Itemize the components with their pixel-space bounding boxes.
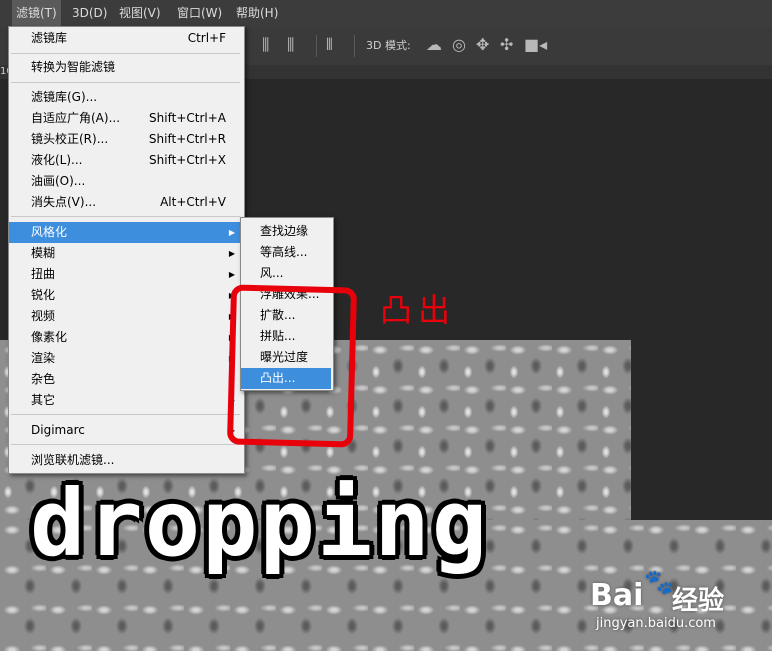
menu-bar: 滤镜(T) 3D(D) 视图(V) 窗口(W) 帮助(H) (0, 0, 772, 27)
watermark-brand: Bai (590, 578, 644, 613)
menu-item-blur[interactable]: 模糊 ▶ (9, 243, 242, 264)
submenu-item-wind[interactable]: 风... (241, 263, 331, 284)
scale-3d-icon[interactable]: ■◂ (524, 35, 547, 55)
menu-item-pixelate[interactable]: 像素化 ▶ (9, 327, 242, 348)
menu-3d[interactable]: 3D(D) (72, 0, 107, 27)
mode-3d-label: 3D 模式: (366, 39, 411, 52)
distribute-icon[interactable]: ⫼ (287, 35, 294, 55)
watermark-url: jingyan.baidu.com (596, 616, 716, 631)
menu-item-filter-gallery[interactable]: 滤镜库(G)... (9, 87, 242, 108)
menu-separator (11, 414, 240, 415)
menu-item-browse-online[interactable]: 浏览联机滤镜... (9, 450, 242, 471)
menu-item-video[interactable]: 视频 ▶ (9, 306, 242, 327)
menu-item-other[interactable]: 其它 ▶ (9, 390, 242, 411)
menu-item-stylize[interactable]: 风格化 ▶ (9, 222, 242, 243)
menu-item-adaptive-wide-angle[interactable]: 自适应广角(A)... Shift+Ctrl+A (9, 108, 242, 129)
menu-item-digimarc[interactable]: Digimarc ▶ (9, 420, 242, 441)
annotation-label: 凸出 (380, 291, 457, 329)
menu-item-last-filter[interactable]: 滤镜库 Ctrl+F (9, 28, 242, 49)
align-icon[interactable]: ⫼ (262, 35, 269, 55)
submenu-arrow-icon: ▶ (228, 270, 235, 279)
slide-3d-icon[interactable]: ✣ (500, 35, 513, 55)
submenu-item-trace-contour[interactable]: 等高线... (241, 242, 331, 263)
submenu-arrow-icon: ▶ (228, 228, 235, 237)
menu-separator (11, 53, 240, 54)
menu-window[interactable]: 窗口(W) (177, 0, 222, 27)
toolbar-divider (316, 35, 317, 57)
menu-item-distort[interactable]: 扭曲 ▶ (9, 264, 242, 285)
menu-separator (11, 444, 240, 445)
submenu-item-find-edges[interactable]: 查找边缘 (241, 221, 331, 242)
toolbar-divider (354, 35, 355, 57)
menu-item-convert-smart[interactable]: 转换为智能滤镜 (9, 57, 242, 78)
annotation-highlight-box (226, 284, 358, 448)
menu-item-lens-correction[interactable]: 镜头校正(R)... Shift+Ctrl+R (9, 129, 242, 150)
filter-menu: 滤镜库 Ctrl+F 转换为智能滤镜 滤镜库(G)... 自适应广角(A)...… (8, 26, 245, 474)
roll-3d-icon[interactable]: ◎ (452, 35, 466, 55)
rotate-3d-icon[interactable]: ☁ (426, 35, 442, 55)
menu-view[interactable]: 视图(V) (119, 0, 161, 27)
menu-item-sharpen[interactable]: 锐化 ▶ (9, 285, 242, 306)
overlay-caption: dropping (30, 470, 490, 577)
watermark-brand-suffix: 经验 (672, 586, 725, 616)
menu-item-render[interactable]: 渲染 ▶ (9, 348, 242, 369)
menu-separator (11, 82, 240, 83)
menu-item-oil-paint[interactable]: 油画(O)... (9, 171, 242, 192)
menu-item-liquify[interactable]: 液化(L)... Shift+Ctrl+X (9, 150, 242, 171)
menu-item-vanishing-point[interactable]: 消失点(V)... Alt+Ctrl+V (9, 192, 242, 213)
menu-separator (11, 216, 240, 217)
menu-item-noise[interactable]: 杂色 ▶ (9, 369, 242, 390)
menu-help[interactable]: 帮助(H) (236, 0, 278, 27)
submenu-arrow-icon: ▶ (228, 249, 235, 258)
menu-filter[interactable]: 滤镜(T) (12, 0, 61, 27)
paw-icon: 🐾 (644, 568, 674, 596)
watermark: Bai 🐾 经验 jingyan.baidu.com (590, 568, 768, 648)
pan-3d-icon[interactable]: ✥ (476, 35, 489, 55)
auto-align-icon[interactable]: ⫴ (326, 35, 333, 55)
